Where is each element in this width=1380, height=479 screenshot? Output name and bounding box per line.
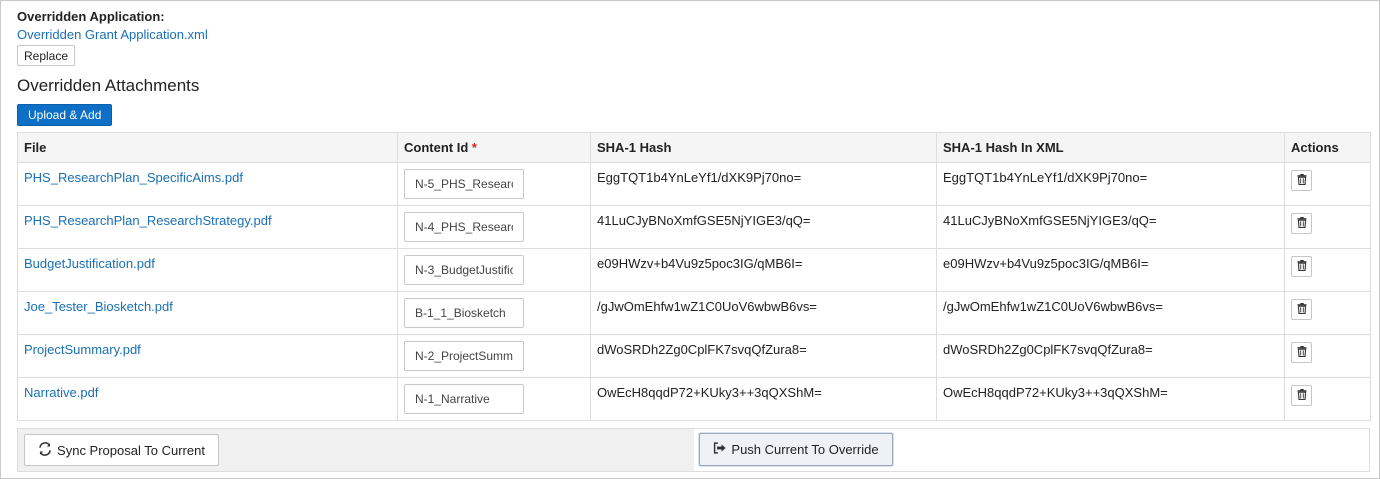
table-row: PHS_ResearchPlan_ResearchStrategy.pdf 41… xyxy=(17,205,1371,249)
refresh-icon xyxy=(38,441,52,459)
upload-add-button[interactable]: Upload & Add xyxy=(17,104,113,126)
delete-attachment-button[interactable] xyxy=(1291,256,1312,277)
content-id-input[interactable] xyxy=(404,169,524,199)
sha1-hash-cell: e09HWzv+b4Vu9z5poc3IG/qMB6I= xyxy=(590,248,937,292)
table-row: BudgetJustification.pdf e09HWzv+b4Vu9z5p… xyxy=(17,248,1371,292)
overridden-application-panel: Overridden Application: Overridden Grant… xyxy=(0,0,1380,479)
attachment-file-link[interactable]: Narrative.pdf xyxy=(24,385,98,400)
delete-attachment-button[interactable] xyxy=(1291,299,1312,320)
actions-cell xyxy=(1284,377,1371,421)
sha1-hash-in-xml-cell: 41LuCJyBNoXmfGSE5NjYIGE3/qQ= xyxy=(936,205,1285,249)
trash-icon xyxy=(1297,388,1307,403)
file-cell: PHS_ResearchPlan_ResearchStrategy.pdf xyxy=(17,205,398,249)
sha1-hash-cell: EggTQT1b4YnLeYf1/dXK9Pj70no= xyxy=(590,162,937,206)
content-id-cell xyxy=(397,162,591,206)
push-button-label: Push Current To Override xyxy=(731,442,879,457)
sha1-hash-in-xml-value: e09HWzv+b4Vu9z5poc3IG/qMB6I= xyxy=(943,256,1149,271)
sha1-hash-value: e09HWzv+b4Vu9z5poc3IG/qMB6I= xyxy=(597,256,803,271)
sha1-hash-value: OwEcH8qqdP72+KUky3++3qQXShM= xyxy=(597,385,822,400)
delete-attachment-button[interactable] xyxy=(1291,213,1312,234)
required-marker: * xyxy=(471,140,477,155)
file-cell: BudgetJustification.pdf xyxy=(17,248,398,292)
sha1-hash-in-xml-value: OwEcH8qqdP72+KUky3++3qQXShM= xyxy=(943,385,1168,400)
sha1-hash-in-xml-value: 41LuCJyBNoXmfGSE5NjYIGE3/qQ= xyxy=(943,213,1157,228)
file-cell: ProjectSummary.pdf xyxy=(17,334,398,378)
column-header-content-id: Content Id * xyxy=(397,132,591,163)
sha1-hash-cell: OwEcH8qqdP72+KUky3++3qQXShM= xyxy=(590,377,937,421)
trash-icon xyxy=(1297,259,1307,274)
column-header-actions: Actions xyxy=(1284,132,1371,163)
sha1-hash-value: /gJwOmEhfw1wZ1C0UoV6wbwB6vs= xyxy=(597,299,817,314)
table-row: PHS_ResearchPlan_SpecificAims.pdf EggTQT… xyxy=(17,162,1371,206)
sha1-hash-cell: dWoSRDh2Zg0CplFK7svqQfZura8= xyxy=(590,334,937,378)
actions-cell xyxy=(1284,162,1371,206)
sync-proposal-to-current-button[interactable]: Sync Proposal To Current xyxy=(24,434,219,466)
sha1-hash-cell: 41LuCJyBNoXmfGSE5NjYIGE3/qQ= xyxy=(590,205,937,249)
trash-icon xyxy=(1297,216,1307,231)
trash-icon xyxy=(1297,345,1307,360)
sha1-hash-in-xml-cell: OwEcH8qqdP72+KUky3++3qQXShM= xyxy=(936,377,1285,421)
content-id-cell xyxy=(397,334,591,378)
sha1-hash-in-xml-value: dWoSRDh2Zg0CplFK7svqQfZura8= xyxy=(943,342,1153,357)
content-id-input[interactable] xyxy=(404,255,524,285)
overridden-application-label: Overridden Application: xyxy=(17,9,165,24)
file-cell: PHS_ResearchPlan_SpecificAims.pdf xyxy=(17,162,398,206)
content-id-input[interactable] xyxy=(404,212,524,242)
replace-button[interactable]: Replace xyxy=(17,45,76,66)
file-cell: Joe_Tester_Biosketch.pdf xyxy=(17,291,398,335)
sha1-hash-in-xml-cell: EggTQT1b4YnLeYf1/dXK9Pj70no= xyxy=(936,162,1285,206)
sha1-hash-value: dWoSRDh2Zg0CplFK7svqQfZura8= xyxy=(597,342,807,357)
column-header-sha1-hash: SHA-1 Hash xyxy=(590,132,937,163)
actions-cell xyxy=(1284,205,1371,249)
actions-cell xyxy=(1284,334,1371,378)
attachment-file-link[interactable]: BudgetJustification.pdf xyxy=(24,256,155,271)
sha1-hash-cell: /gJwOmEhfw1wZ1C0UoV6wbwB6vs= xyxy=(590,291,937,335)
trash-icon xyxy=(1297,173,1307,188)
sha1-hash-value: 41LuCJyBNoXmfGSE5NjYIGE3/qQ= xyxy=(597,213,811,228)
content-id-cell xyxy=(397,291,591,335)
column-header-sha1-hash-in-xml: SHA-1 Hash In XML xyxy=(936,132,1285,163)
attachment-file-link[interactable]: PHS_ResearchPlan_ResearchStrategy.pdf xyxy=(24,213,272,228)
content-id-cell xyxy=(397,248,591,292)
attachment-file-link[interactable]: PHS_ResearchPlan_SpecificAims.pdf xyxy=(24,170,243,185)
overridden-attachments-title: Overridden Attachments xyxy=(17,76,200,95)
table-row: Joe_Tester_Biosketch.pdf /gJwOmEhfw1wZ1C… xyxy=(17,291,1371,335)
overridden-application-file-link[interactable]: Overridden Grant Application.xml xyxy=(17,27,208,42)
delete-attachment-button[interactable] xyxy=(1291,385,1312,406)
attachments-footer: Sync Proposal To Current Push Current To… xyxy=(17,428,1370,472)
file-cell: Narrative.pdf xyxy=(17,377,398,421)
table-row: ProjectSummary.pdf dWoSRDh2Zg0CplFK7svqQ… xyxy=(17,334,1371,378)
delete-attachment-button[interactable] xyxy=(1291,342,1312,363)
column-header-file: File xyxy=(17,132,398,163)
attachment-file-link[interactable]: ProjectSummary.pdf xyxy=(24,342,141,357)
attachment-file-link[interactable]: Joe_Tester_Biosketch.pdf xyxy=(24,299,173,314)
sha1-hash-value: EggTQT1b4YnLeYf1/dXK9Pj70no= xyxy=(597,170,802,185)
sha1-hash-in-xml-cell: /gJwOmEhfw1wZ1C0UoV6wbwB6vs= xyxy=(936,291,1285,335)
sha1-hash-in-xml-value: /gJwOmEhfw1wZ1C0UoV6wbwB6vs= xyxy=(943,299,1163,314)
attachments-table: File Content Id * SHA-1 Hash SHA-1 Hash … xyxy=(17,132,1371,421)
content-id-input[interactable] xyxy=(404,341,524,371)
sign-out-icon xyxy=(713,442,726,457)
push-current-to-override-button[interactable]: Push Current To Override xyxy=(699,433,893,466)
content-id-cell xyxy=(397,377,591,421)
content-id-input[interactable] xyxy=(404,384,524,414)
actions-cell xyxy=(1284,248,1371,292)
table-header-row: File Content Id * SHA-1 Hash SHA-1 Hash … xyxy=(17,132,1371,163)
delete-attachment-button[interactable] xyxy=(1291,170,1312,191)
content-id-input[interactable] xyxy=(404,298,524,328)
sha1-hash-in-xml-cell: dWoSRDh2Zg0CplFK7svqQfZura8= xyxy=(936,334,1285,378)
actions-cell xyxy=(1284,291,1371,335)
sync-button-label: Sync Proposal To Current xyxy=(57,442,205,458)
sha1-hash-in-xml-cell: e09HWzv+b4Vu9z5poc3IG/qMB6I= xyxy=(936,248,1285,292)
trash-icon xyxy=(1297,302,1307,317)
sha1-hash-in-xml-value: EggTQT1b4YnLeYf1/dXK9Pj70no= xyxy=(943,170,1148,185)
content-id-cell xyxy=(397,205,591,249)
table-row: Narrative.pdf OwEcH8qqdP72+KUky3++3qQXSh… xyxy=(17,377,1371,421)
